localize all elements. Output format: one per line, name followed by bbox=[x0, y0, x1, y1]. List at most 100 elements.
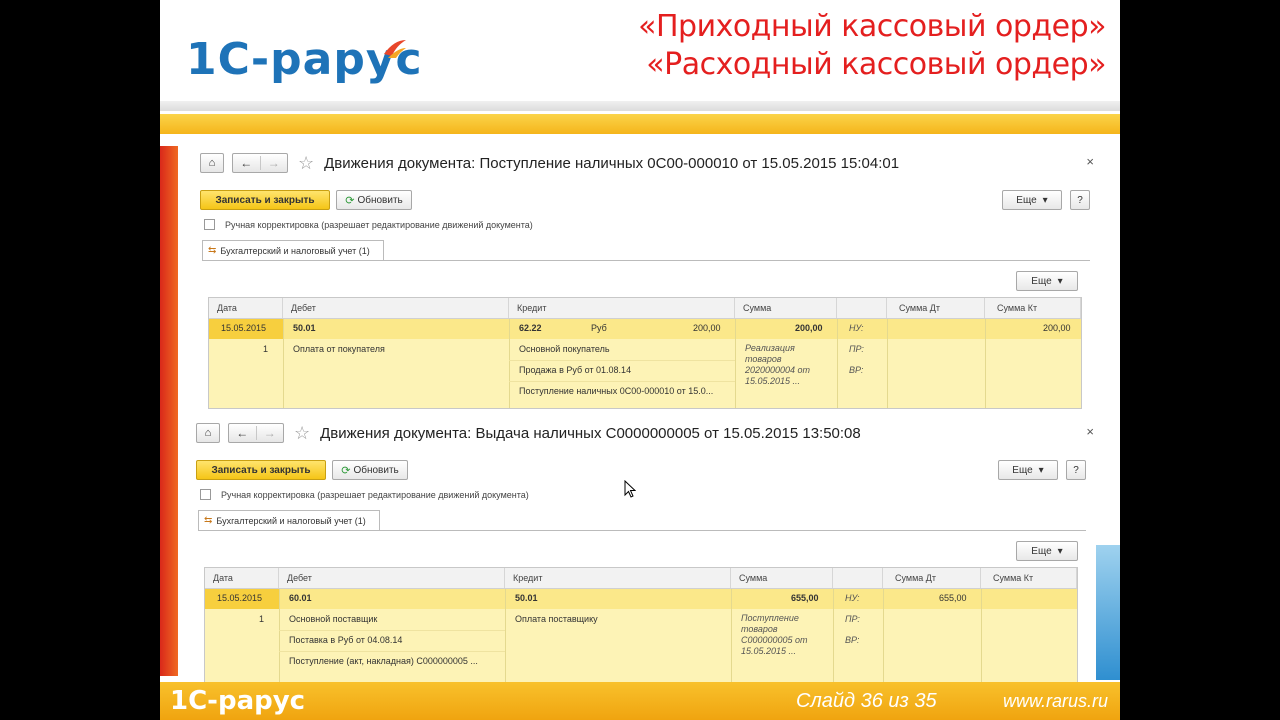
row-date: 15.05.2015 bbox=[221, 323, 267, 333]
col-credit[interactable]: Кредит bbox=[509, 298, 735, 318]
help-button[interactable]: ? bbox=[1066, 460, 1086, 480]
table-row[interactable] bbox=[209, 319, 1081, 339]
grid-more-button[interactable]: Еще ▾ bbox=[1016, 271, 1078, 291]
tax-vr-label: ВР: bbox=[845, 635, 860, 645]
header-divider bbox=[160, 101, 1120, 111]
col-sum-kt[interactable]: Сумма Кт bbox=[985, 298, 1081, 318]
col-sum-dt[interactable]: Сумма Дт bbox=[887, 298, 985, 318]
manual-correction-checkbox[interactable] bbox=[200, 489, 211, 500]
close-icon[interactable]: × bbox=[1086, 154, 1094, 169]
manual-correction-checkbox[interactable] bbox=[204, 219, 215, 230]
tax-pr-label: ПР: bbox=[849, 344, 864, 354]
grid-header: Дата Дебет Кредит Сумма Сумма Дт Сумма К… bbox=[205, 568, 1077, 589]
row-sum-kt: 200,00 bbox=[1043, 323, 1071, 333]
slide-title: «Приходный кассовый ордер» «Расходный ка… bbox=[638, 8, 1106, 84]
tab-label: Бухгалтерский и налоговый учет (1) bbox=[220, 245, 370, 256]
left-accent-bar bbox=[160, 146, 178, 676]
more-label: Еще bbox=[1012, 464, 1033, 476]
dropdown-arrow-icon: ▾ bbox=[1042, 194, 1048, 206]
home-button[interactable]: ⌂ bbox=[196, 423, 220, 443]
home-button[interactable]: ⌂ bbox=[200, 153, 224, 173]
col-debit[interactable]: Дебет bbox=[279, 568, 505, 588]
col-sum[interactable]: Сумма bbox=[735, 298, 837, 318]
footer-logo: 1С-рарус bbox=[170, 686, 306, 716]
tab-accounting[interactable]: ⇆ Бухгалтерский и налоговый учет (1) bbox=[202, 240, 384, 260]
close-icon[interactable]: × bbox=[1086, 424, 1094, 439]
window-title: Движения документа: Выдача наличных С000… bbox=[320, 424, 861, 442]
favorite-star-icon[interactable]: ☆ bbox=[294, 424, 310, 442]
debit-account: 50.01 bbox=[293, 323, 316, 333]
debit-subconto-1: Основной поставщик bbox=[289, 614, 378, 624]
window-toolbar: ⌂ ← → ☆ Движения документа: Выдача налич… bbox=[196, 422, 861, 444]
col-sum-dt[interactable]: Сумма Дт bbox=[883, 568, 981, 588]
help-button[interactable]: ? bbox=[1070, 190, 1090, 210]
credit-currency: Руб bbox=[591, 323, 607, 333]
tab-label: Бухгалтерский и налоговый учет (1) bbox=[216, 515, 366, 526]
col-debit[interactable]: Дебет bbox=[283, 298, 509, 318]
more-button[interactable]: Еще ▾ bbox=[1002, 190, 1062, 210]
tax-nu-label: НУ: bbox=[845, 593, 860, 603]
back-forward-buttons[interactable]: ← → bbox=[228, 423, 284, 443]
document-movements-window-receipt: ⌂ ← → ☆ Движения документа: Поступление … bbox=[192, 144, 1096, 411]
tab-accounting[interactable]: ⇆ Бухгалтерский и налоговый учет (1) bbox=[198, 510, 380, 530]
save-and-close-button[interactable]: Записать и закрыть bbox=[196, 460, 326, 480]
forward-arrow-icon[interactable]: → bbox=[259, 156, 288, 170]
footer-url[interactable]: www.rarus.ru bbox=[1003, 691, 1108, 712]
slide: 1С-рарус «Приходный кассовый ордер» «Рас… bbox=[160, 0, 1120, 720]
credit-subconto-2: Продажа в Руб от 01.08.14 bbox=[519, 365, 632, 375]
row-date: 15.05.2015 bbox=[217, 593, 263, 603]
credit-currency-sum: 200,00 bbox=[693, 323, 721, 333]
tax-vr-label: ВР: bbox=[849, 365, 864, 375]
credit-subconto-1: Основной покупатель bbox=[519, 344, 610, 354]
debit-subconto-2: Поставка в Руб от 04.08.14 bbox=[289, 635, 403, 645]
slide-counter: Слайд 36 из 35 bbox=[796, 690, 937, 712]
slide-title-line2: «Расходный кассовый ордер» bbox=[646, 47, 1106, 82]
movements-grid[interactable]: Дата Дебет Кредит Сумма Сумма Дт Сумма К… bbox=[204, 567, 1078, 683]
movements-grid[interactable]: Дата Дебет Кредит Сумма Сумма Дт Сумма К… bbox=[208, 297, 1082, 409]
col-date[interactable]: Дата bbox=[205, 568, 279, 588]
manual-correction-row: Ручная корректировка (разрешает редактир… bbox=[204, 219, 533, 230]
back-arrow-icon[interactable]: ← bbox=[229, 426, 256, 440]
row-content: Поступление товаров С000000005 от 15.05.… bbox=[741, 613, 808, 656]
col-blank bbox=[833, 568, 883, 588]
col-blank bbox=[837, 298, 887, 318]
accounting-register-icon: ⇆ bbox=[208, 245, 217, 256]
more-label: Еще bbox=[1031, 545, 1052, 557]
grid-body: 15.05.2015 1 60.01 Основной поставщик По… bbox=[205, 589, 1077, 682]
debit-account: 60.01 bbox=[289, 593, 312, 603]
grid-more-button[interactable]: Еще ▾ bbox=[1016, 541, 1078, 561]
row-sum: 200,00 bbox=[795, 323, 823, 333]
mouse-cursor-icon bbox=[624, 480, 636, 498]
credit-account: 62.22 bbox=[519, 323, 542, 333]
home-icon: ⌂ bbox=[204, 427, 212, 439]
slide-title-line1: «Приходный кассовый ордер» bbox=[638, 9, 1106, 44]
row-number: 1 bbox=[259, 614, 265, 624]
save-and-close-button[interactable]: Записать и закрыть bbox=[200, 190, 330, 210]
manual-correction-label: Ручная корректировка (разрешает редактир… bbox=[225, 219, 533, 230]
dropdown-arrow-icon: ▾ bbox=[1038, 464, 1044, 476]
refresh-icon: ⟳ bbox=[341, 464, 351, 477]
back-forward-buttons[interactable]: ← → bbox=[232, 153, 288, 173]
tab-panel: Еще ▾ Дата Дебет Кредит Сумма Сумма Дт С… bbox=[198, 530, 1086, 683]
back-arrow-icon[interactable]: ← bbox=[233, 156, 260, 170]
tax-pr-label: ПР: bbox=[845, 614, 860, 624]
document-movements-window-issue: ⌂ ← → ☆ Движения документа: Выдача налич… bbox=[192, 414, 1096, 683]
header-band bbox=[160, 114, 1120, 134]
manual-correction-label: Ручная корректировка (разрешает редактир… bbox=[221, 489, 529, 500]
refresh-button[interactable]: ⟳ Обновить bbox=[336, 190, 412, 210]
credit-account: 50.01 bbox=[515, 593, 538, 603]
window-title: Движения документа: Поступление наличных… bbox=[324, 154, 900, 172]
grid-header: Дата Дебет Кредит Сумма Сумма Дт Сумма К… bbox=[209, 298, 1081, 319]
forward-arrow-icon[interactable]: → bbox=[255, 426, 284, 440]
favorite-star-icon[interactable]: ☆ bbox=[298, 154, 314, 172]
col-sum[interactable]: Сумма bbox=[731, 568, 833, 588]
more-button[interactable]: Еще ▾ bbox=[998, 460, 1058, 480]
refresh-label: Обновить bbox=[357, 194, 403, 206]
home-icon: ⌂ bbox=[208, 157, 216, 169]
tab-panel: Еще ▾ Дата Дебет Кредит Сумма Сумма Дт С… bbox=[202, 260, 1090, 411]
col-sum-kt[interactable]: Сумма Кт bbox=[981, 568, 1077, 588]
refresh-button[interactable]: ⟳ Обновить bbox=[332, 460, 408, 480]
tax-nu-label: НУ: bbox=[849, 323, 864, 333]
col-credit[interactable]: Кредит bbox=[505, 568, 731, 588]
col-date[interactable]: Дата bbox=[209, 298, 283, 318]
